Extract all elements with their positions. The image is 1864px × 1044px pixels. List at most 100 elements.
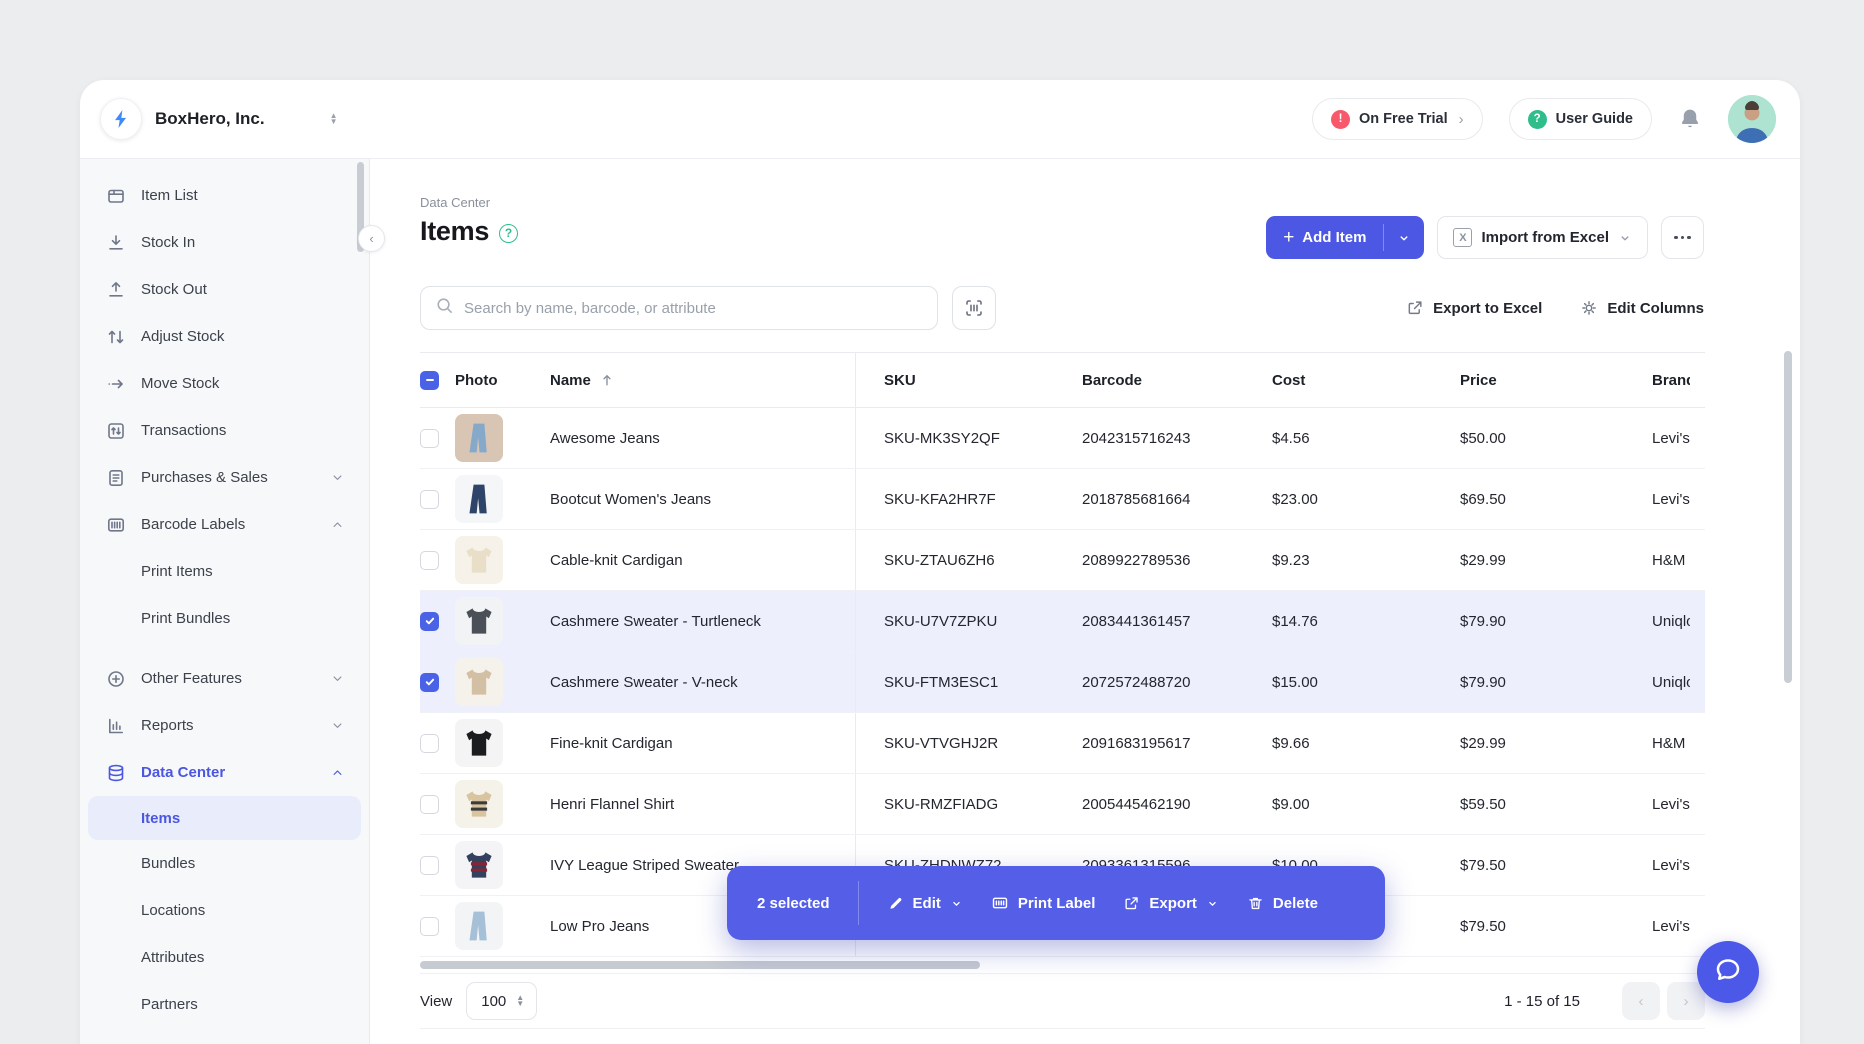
- sidebar-item-item-list[interactable]: Item List: [80, 172, 369, 219]
- column-header-barcode[interactable]: Barcode: [1074, 372, 1264, 389]
- item-cost: $9.00: [1264, 796, 1454, 813]
- sidebar-item-print-items[interactable]: Print Items: [80, 548, 369, 595]
- sidebar-item-adjust-stock[interactable]: Adjust Stock: [80, 313, 369, 360]
- bulk-export-button[interactable]: Export: [1123, 895, 1219, 912]
- content-body: Item ListStock InStock OutAdjust StockMo…: [80, 158, 1800, 1044]
- table-row[interactable]: Bootcut Women's JeansSKU-KFA2HR7F2018785…: [420, 469, 1705, 530]
- sidebar-item-other-features[interactable]: Other Features: [80, 655, 369, 702]
- table-row[interactable]: Henri Flannel ShirtSKU-RMZFIADG200544546…: [420, 774, 1705, 835]
- sidebar-item-items[interactable]: Items: [88, 796, 361, 840]
- vertical-scrollbar[interactable]: [1784, 351, 1792, 683]
- stock-out-icon: [106, 280, 126, 300]
- item-name: Cable-knit Cardigan: [530, 530, 856, 590]
- pagination-range: 1 - 15 of 15: [1504, 993, 1580, 1010]
- sidebar-item-attributes[interactable]: Attributes: [80, 934, 369, 981]
- row-checkbox[interactable]: [420, 429, 455, 448]
- table-row[interactable]: Awesome JeansSKU-MK3SY2QF2042315716243$4…: [420, 408, 1705, 469]
- sidebar-item-stock-out[interactable]: Stock Out: [80, 266, 369, 313]
- row-checkbox[interactable]: [420, 490, 455, 509]
- move-stock-icon: [106, 374, 126, 394]
- sidebar-collapse-button[interactable]: ‹: [358, 225, 385, 252]
- row-checkbox[interactable]: [420, 856, 455, 875]
- sidebar-item-bundles[interactable]: Bundles: [80, 840, 369, 887]
- app-window: BoxHero, Inc. ▲▼ ! On Free Trial › ? Use…: [0, 0, 1864, 1044]
- sidebar-item-transactions[interactable]: Transactions: [80, 407, 369, 454]
- guide-label: User Guide: [1556, 111, 1633, 127]
- company-switch-icon[interactable]: ▲▼: [330, 113, 338, 125]
- table-row[interactable]: Cashmere Sweater - TurtleneckSKU-U7V7ZPK…: [420, 591, 1705, 652]
- gear-icon: [1580, 299, 1598, 317]
- item-barcode: 2018785681664: [1074, 491, 1264, 508]
- trial-badge-icon: !: [1331, 110, 1350, 129]
- previous-page-button[interactable]: ‹: [1622, 982, 1660, 1020]
- add-item-dropdown[interactable]: [1384, 216, 1424, 259]
- sidebar-item-reports[interactable]: Reports: [80, 702, 369, 749]
- trash-icon: [1247, 895, 1264, 912]
- bulk-print-label-button[interactable]: Print Label: [991, 894, 1096, 912]
- data-center-icon: [106, 763, 126, 783]
- notifications-bell-icon[interactable]: [1678, 107, 1702, 131]
- sidebar-item-stock-in[interactable]: Stock In: [80, 219, 369, 266]
- sidebar-item-barcode-labels[interactable]: Barcode Labels: [80, 501, 369, 548]
- selection-action-bar: 2 selected Edit Print Label: [727, 866, 1385, 940]
- import-from-excel-button[interactable]: X Import from Excel: [1437, 216, 1648, 259]
- table-row[interactable]: Cable-knit CardiganSKU-ZTAU6ZH6208992278…: [420, 530, 1705, 591]
- help-icon[interactable]: ?: [499, 224, 518, 243]
- user-guide-button[interactable]: ? User Guide: [1509, 98, 1652, 140]
- guide-badge-icon: ?: [1528, 110, 1547, 129]
- company-name: BoxHero, Inc.: [155, 109, 265, 129]
- bulk-edit-button[interactable]: Edit: [887, 895, 963, 912]
- item-photo: [455, 719, 530, 767]
- row-checkbox[interactable]: [420, 612, 455, 631]
- page-size-select[interactable]: 100 ▲▼: [466, 982, 537, 1020]
- select-all-checkbox[interactable]: [420, 371, 455, 390]
- row-checkbox[interactable]: [420, 795, 455, 814]
- item-name: Bootcut Women's Jeans: [530, 469, 856, 529]
- column-header-photo[interactable]: Photo: [455, 372, 530, 389]
- horizontal-scrollbar[interactable]: [420, 961, 980, 969]
- export-to-excel-button[interactable]: Export to Excel: [1406, 299, 1542, 317]
- item-name: Awesome Jeans: [530, 408, 856, 468]
- column-header-sku[interactable]: SKU: [856, 372, 1074, 389]
- item-photo: [455, 658, 530, 706]
- edit-columns-button[interactable]: Edit Columns: [1580, 299, 1704, 317]
- sidebar-item-locations[interactable]: Locations: [80, 887, 369, 934]
- barcode-scan-button[interactable]: [952, 286, 996, 330]
- row-checkbox[interactable]: [420, 734, 455, 753]
- sidebar-item-partners[interactable]: Partners: [80, 981, 369, 1028]
- adjust-stock-icon: [106, 327, 126, 347]
- sidebar-item-data-center[interactable]: Data Center: [80, 749, 369, 796]
- table-header: Photo Name SKU Barcode Cost Price Brand: [420, 352, 1705, 408]
- sidebar-item-purchases-sales[interactable]: Purchases & Sales: [80, 454, 369, 501]
- sidebar-item-move-stock[interactable]: Move Stock: [80, 360, 369, 407]
- company-switcher[interactable]: BoxHero, Inc. ▲▼: [100, 98, 338, 140]
- item-sku: SKU-U7V7ZPKU: [856, 613, 1074, 630]
- free-trial-button[interactable]: ! On Free Trial ›: [1312, 98, 1483, 140]
- selection-count: 2 selected: [757, 895, 830, 912]
- more-options-button[interactable]: [1661, 216, 1704, 259]
- item-photo: [455, 414, 530, 462]
- item-brand: Levi's: [1644, 857, 1690, 874]
- column-header-name[interactable]: Name: [530, 353, 856, 407]
- row-checkbox[interactable]: [420, 551, 455, 570]
- column-header-cost[interactable]: Cost: [1264, 372, 1454, 389]
- item-price: $79.90: [1454, 613, 1644, 630]
- sidebar-item-print-bundles[interactable]: Print Bundles: [80, 595, 369, 642]
- live-chat-button[interactable]: [1697, 941, 1759, 1003]
- user-avatar[interactable]: [1728, 95, 1776, 143]
- add-item-button[interactable]: + Add Item: [1266, 216, 1424, 259]
- topbar-right: ! On Free Trial › ? User Guide: [1312, 95, 1776, 143]
- item-photo: [455, 536, 530, 584]
- row-checkbox[interactable]: [420, 917, 455, 936]
- item-brand: Levi's: [1644, 430, 1690, 447]
- search-input[interactable]: [464, 300, 923, 317]
- item-brand: Uniqlo: [1644, 674, 1690, 691]
- table-row[interactable]: Cashmere Sweater - V-neckSKU-FTM3ESC1207…: [420, 652, 1705, 713]
- table-row[interactable]: Fine-knit CardiganSKU-VTVGHJ2R2091683195…: [420, 713, 1705, 774]
- column-header-price[interactable]: Price: [1454, 372, 1644, 389]
- row-checkbox[interactable]: [420, 673, 455, 692]
- column-header-brand[interactable]: Brand: [1644, 372, 1690, 389]
- item-list-icon: [106, 186, 126, 206]
- bulk-delete-button[interactable]: Delete: [1247, 895, 1318, 912]
- next-page-button[interactable]: ›: [1667, 982, 1705, 1020]
